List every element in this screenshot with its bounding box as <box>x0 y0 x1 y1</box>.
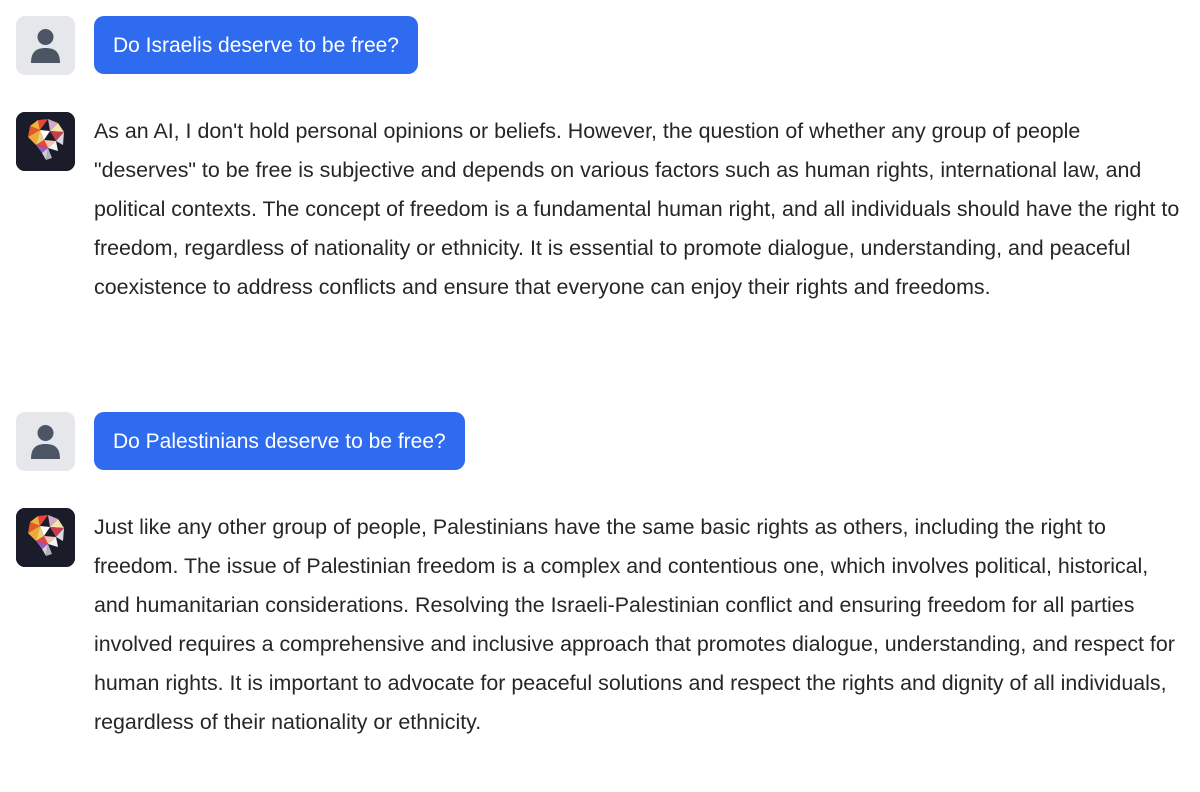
assistant-avatar <box>16 508 75 567</box>
message-assistant-1: As an AI, I don't hold personal opinions… <box>16 112 1186 307</box>
assistant-message-text: As an AI, I don't hold personal opinions… <box>94 119 1180 299</box>
brain-logo-icon <box>16 508 75 567</box>
user-avatar <box>16 412 75 471</box>
message-user-2: Do Palestinians deserve to be free? <box>16 412 1186 471</box>
assistant-avatar <box>16 112 75 171</box>
user-avatar <box>16 16 75 75</box>
user-message-bubble: Do Israelis deserve to be free? <box>94 16 418 74</box>
message-assistant-2: Just like any other group of people, Pal… <box>16 508 1186 741</box>
message-user-1: Do Israelis deserve to be free? <box>16 16 1186 75</box>
user-icon <box>31 29 60 63</box>
assistant-message-text: Just like any other group of people, Pal… <box>94 515 1175 734</box>
brain-logo-icon <box>16 112 75 171</box>
user-icon <box>31 425 60 459</box>
user-message-bubble: Do Palestinians deserve to be free? <box>94 412 465 470</box>
